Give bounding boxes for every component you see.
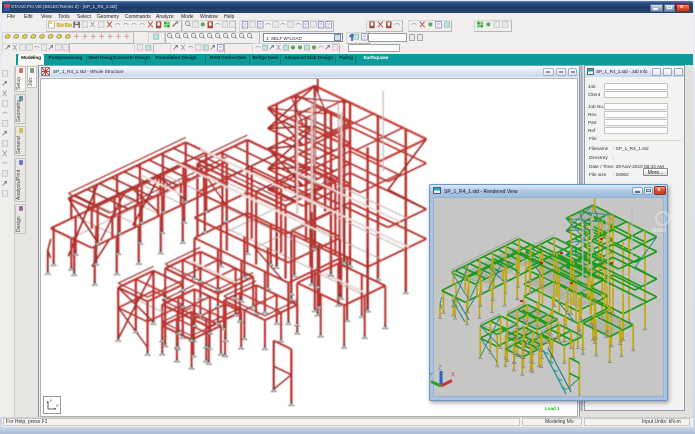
svg-text:Y: Y (429, 373, 433, 379)
svg-text:X: X (56, 403, 59, 408)
svg-text:X: X (451, 373, 455, 379)
svg-text:Z: Z (438, 366, 442, 372)
svg-text:Y: Y (50, 398, 53, 403)
